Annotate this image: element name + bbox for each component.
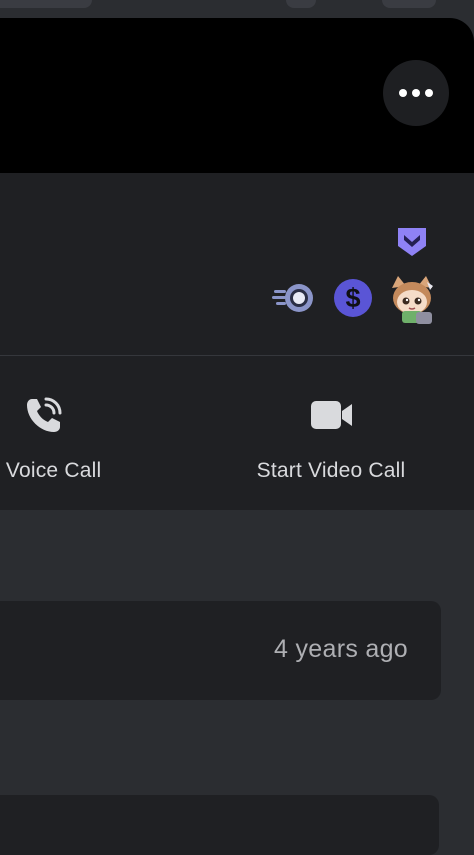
speed-badge-icon[interactable] [272, 281, 316, 315]
video-call-label: Start Video Call [256, 459, 406, 482]
avatar-badge-icon[interactable] [386, 274, 438, 326]
nitro-icon[interactable] [395, 225, 429, 259]
profile-card: $ rt Voice Call Start Video Call [0, 173, 474, 510]
profile-section-card [0, 795, 439, 855]
phone-call-icon [27, 397, 62, 432]
more-options-button[interactable] [383, 60, 449, 126]
profile-banner [0, 18, 474, 173]
top-bar-icon[interactable] [382, 0, 436, 8]
top-bar [0, 0, 474, 18]
voice-call-label: rt Voice Call [0, 459, 102, 482]
top-bar-icon[interactable] [286, 0, 316, 8]
top-bar-element [0, 0, 92, 8]
more-horizontal-icon [399, 89, 407, 97]
video-camera-icon [311, 401, 352, 429]
member-since-text: 4 years ago [274, 635, 408, 663]
divider [0, 355, 474, 356]
start-video-call-button[interactable]: Start Video Call [234, 393, 428, 493]
dollar-badge-icon[interactable]: $ [334, 279, 372, 317]
start-voice-call-button[interactable]: rt Voice Call [0, 393, 142, 493]
member-since-card: 4 years ago [0, 601, 441, 700]
